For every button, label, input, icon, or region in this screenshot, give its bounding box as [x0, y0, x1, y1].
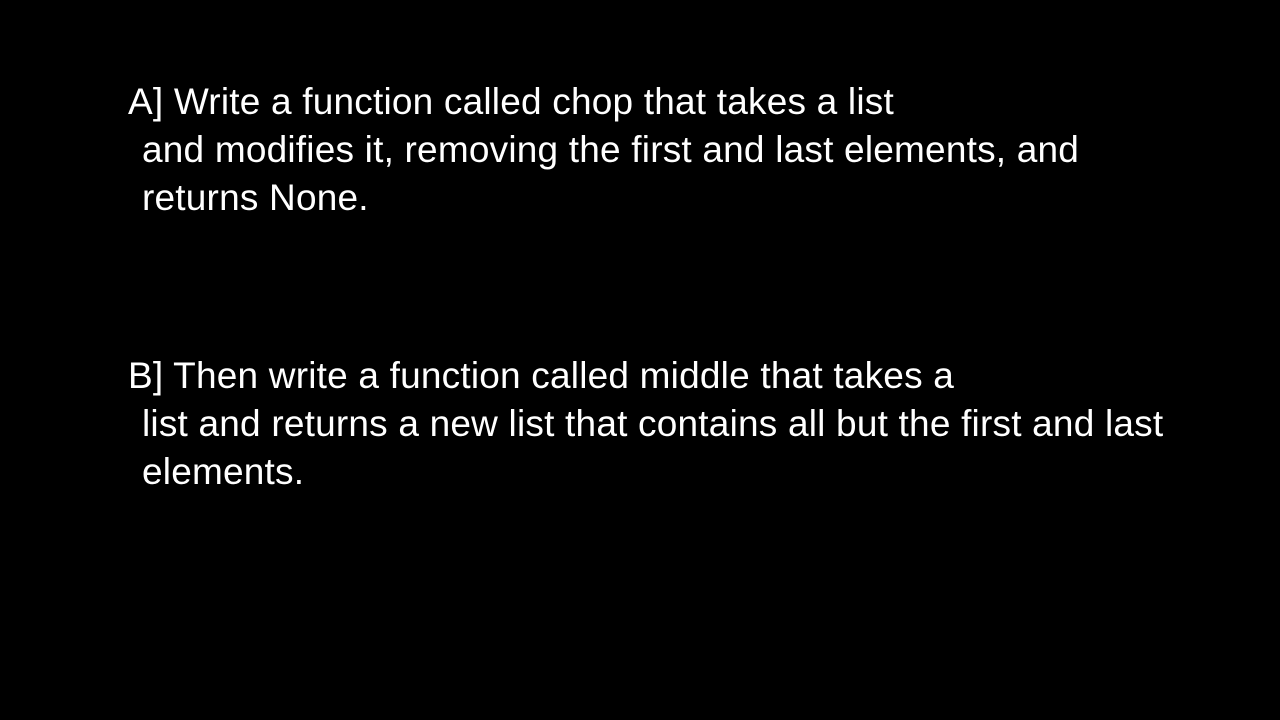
paragraph-b: B] Then write a function called middle t… [128, 352, 1168, 496]
paragraph-a: A] Write a function called chop that tak… [128, 78, 1168, 222]
slide-content: A] Write a function called chop that tak… [128, 78, 1168, 497]
paragraph-a-first-line: A] Write a function called chop that tak… [128, 78, 1168, 126]
paragraph-a-continuation: and modifies it, removing the first and … [128, 126, 1168, 222]
paragraph-b-first-line: B] Then write a function called middle t… [128, 352, 1168, 400]
paragraph-b-continuation: list and returns a new list that contain… [128, 400, 1168, 496]
